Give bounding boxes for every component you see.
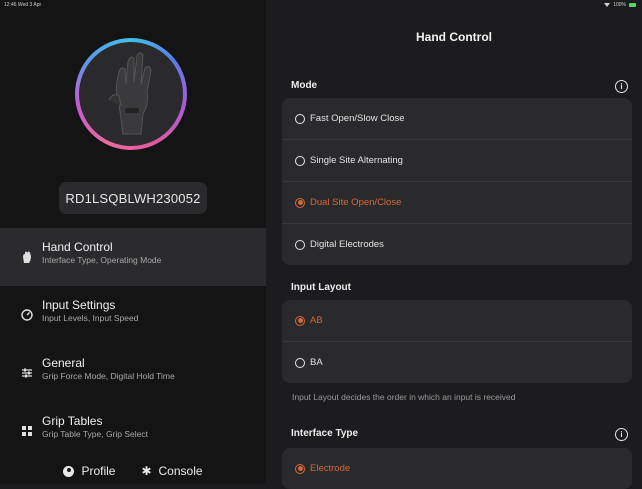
- mode-section-title: Mode: [291, 80, 318, 91]
- nav-text: General Grip Force Mode, Digital Hold Ti…: [42, 356, 175, 382]
- wifi-icon: [604, 3, 611, 7]
- radio-icon: [295, 357, 305, 368]
- hand-icon: [21, 251, 33, 263]
- sidebar-item-general[interactable]: General Grip Force Mode, Digital Hold Ti…: [0, 344, 266, 402]
- nav-subtitle: Interface Type, Operating Mode: [42, 255, 162, 265]
- nav-subtitle: Grip Force Mode, Digital Hold Time: [42, 371, 175, 381]
- status-time: 12:46 Wed 3 Apr: [4, 2, 42, 8]
- mode-option-digital-electrodes[interactable]: Digital Electrodes: [282, 224, 632, 265]
- page-title: Hand Control: [416, 30, 492, 44]
- nav-text: Input Settings Input Levels, Input Speed: [42, 298, 138, 324]
- nav-subtitle: Grip Table Type, Grip Select: [42, 429, 148, 439]
- input-layout-caption: Input Layout decides the order in which …: [292, 392, 516, 402]
- input-layout-section-title: Input Layout: [291, 282, 351, 293]
- nav-title: Input Settings: [42, 298, 116, 312]
- grid-icon: [21, 425, 33, 437]
- mode-option-fast-open-slow-close[interactable]: Fast Open/Slow Close: [282, 98, 632, 140]
- nav-text: Grip Tables Grip Table Type, Grip Select: [42, 414, 148, 440]
- sidebar-item-input-settings[interactable]: Input Settings Input Levels, Input Speed: [0, 286, 266, 344]
- interface-type-section-title: Interface Type: [291, 428, 359, 439]
- sidebar-footer: Profile ✱ Console: [0, 458, 266, 484]
- option-label: Digital Electrodes: [310, 239, 384, 250]
- interface-type-option-electrode[interactable]: Electrode: [282, 448, 632, 489]
- interface-type-options: Electrode: [282, 448, 632, 489]
- nav-text: Hand Control Interface Type, Operating M…: [42, 240, 161, 266]
- input-layout-option-ba[interactable]: BA: [282, 342, 632, 383]
- sliders-icon: [21, 367, 33, 379]
- radio-selected-icon: [295, 463, 305, 474]
- mode-option-dual-site-open-close[interactable]: Dual Site Open/Close: [282, 182, 632, 224]
- sidebar: RD1LSQBLWH230052 Hand Control Interface …: [0, 0, 266, 484]
- device-serial[interactable]: RD1LSQBLWH230052: [59, 182, 207, 214]
- battery-icon: [629, 3, 636, 7]
- nav-title: General: [42, 356, 85, 370]
- mode-options: Fast Open/Slow Close Single Site Alterna…: [282, 98, 632, 265]
- input-layout-option-ab[interactable]: AB: [282, 300, 632, 342]
- sidebar-nav: Hand Control Interface Type, Operating M…: [0, 228, 266, 460]
- radio-icon: [295, 113, 305, 124]
- sidebar-item-grip-tables[interactable]: Grip Tables Grip Table Type, Grip Select: [0, 402, 266, 460]
- console-button[interactable]: ✱ Console: [141, 464, 202, 478]
- device-avatar: [75, 38, 187, 150]
- option-label: BA: [310, 357, 323, 368]
- radio-icon: [295, 155, 305, 166]
- option-label: Electrode: [310, 463, 351, 474]
- option-label: AB: [310, 315, 323, 326]
- main-panel: Hand Control Mode i Fast Open/Slow Close…: [266, 0, 642, 489]
- mode-option-single-site-alternating[interactable]: Single Site Alternating: [282, 140, 632, 182]
- option-label: Single Site Alternating: [310, 155, 403, 166]
- sidebar-item-hand-control[interactable]: Hand Control Interface Type, Operating M…: [0, 228, 266, 286]
- interface-type-info-icon[interactable]: i: [615, 428, 628, 441]
- radio-selected-icon: [295, 315, 305, 326]
- device-image: [79, 42, 183, 146]
- nav-title: Grip Tables: [42, 414, 103, 428]
- profile-icon: [63, 465, 75, 477]
- option-label: Dual Site Open/Close: [310, 197, 402, 208]
- app-screen: 12:46 Wed 3 Apr 100% RD1LSQBLWH230052 Ha…: [0, 0, 642, 489]
- profile-label: Profile: [81, 464, 116, 478]
- mode-info-icon[interactable]: i: [615, 80, 628, 93]
- profile-button[interactable]: Profile: [63, 464, 115, 478]
- option-label: Fast Open/Slow Close: [310, 113, 405, 124]
- battery-percent: 100%: [613, 2, 626, 8]
- nav-subtitle: Input Levels, Input Speed: [42, 313, 139, 323]
- nav-title: Hand Control: [42, 240, 113, 254]
- console-label: Console: [158, 464, 203, 478]
- status-right: 100%: [604, 2, 636, 8]
- input-layout-options: AB BA: [282, 300, 632, 383]
- radio-icon: [295, 239, 305, 250]
- radio-selected-icon: [295, 197, 305, 208]
- gauge-icon: [21, 309, 33, 321]
- gear-icon: ✱: [141, 464, 152, 478]
- bionic-hand-icon: [108, 52, 152, 135]
- status-bar: 12:46 Wed 3 Apr 100%: [0, 0, 642, 10]
